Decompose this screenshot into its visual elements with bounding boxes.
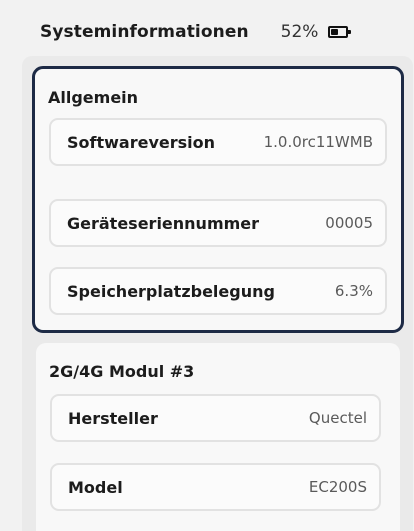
section-modem-module[interactable]: 2G/4G Modul #3 Hersteller Quectel Model … bbox=[36, 343, 400, 531]
section-title: Allgemein bbox=[48, 88, 139, 107]
row-value: 00005 bbox=[325, 214, 373, 232]
row-label: Model bbox=[68, 477, 123, 497]
row-label: Hersteller bbox=[68, 408, 158, 428]
screen: Systeminformationen 52% Allgemein Softwa… bbox=[0, 0, 414, 531]
info-row-model[interactable]: Model EC200S bbox=[50, 463, 381, 511]
row-value: 6.3% bbox=[334, 282, 373, 300]
section-title: 2G/4G Modul #3 bbox=[49, 362, 195, 381]
row-label: Softwareversion bbox=[67, 132, 216, 152]
row-value: 1.0.0rc11WMB bbox=[263, 133, 373, 151]
info-row-hersteller[interactable]: Hersteller Quectel bbox=[50, 394, 381, 442]
content-panel[interactable]: Allgemein Softwareversion 1.0.0rc11WMB G… bbox=[22, 56, 413, 531]
battery-percent: 52% bbox=[280, 22, 319, 42]
info-row-geraeteseriennummer[interactable]: Geräteseriennummer 00005 bbox=[49, 199, 387, 247]
page-title: Systeminformationen bbox=[40, 22, 249, 42]
info-row-speicherplatzbelegung[interactable]: Speicherplatzbelegung 6.3% bbox=[49, 267, 387, 315]
row-value: EC200S bbox=[308, 478, 367, 496]
section-allgemein[interactable]: Allgemein Softwareversion 1.0.0rc11WMB G… bbox=[32, 66, 404, 333]
battery-level-fill bbox=[331, 29, 339, 35]
info-row-softwareversion[interactable]: Softwareversion 1.0.0rc11WMB bbox=[49, 118, 387, 166]
row-label: Speicherplatzbelegung bbox=[67, 281, 275, 301]
status-header: Systeminformationen 52% bbox=[0, 0, 414, 64]
battery-icon bbox=[328, 26, 352, 38]
row-value: Quectel bbox=[308, 409, 367, 427]
battery-status: 52% bbox=[280, 22, 352, 42]
row-label: Geräteseriennummer bbox=[67, 213, 260, 233]
